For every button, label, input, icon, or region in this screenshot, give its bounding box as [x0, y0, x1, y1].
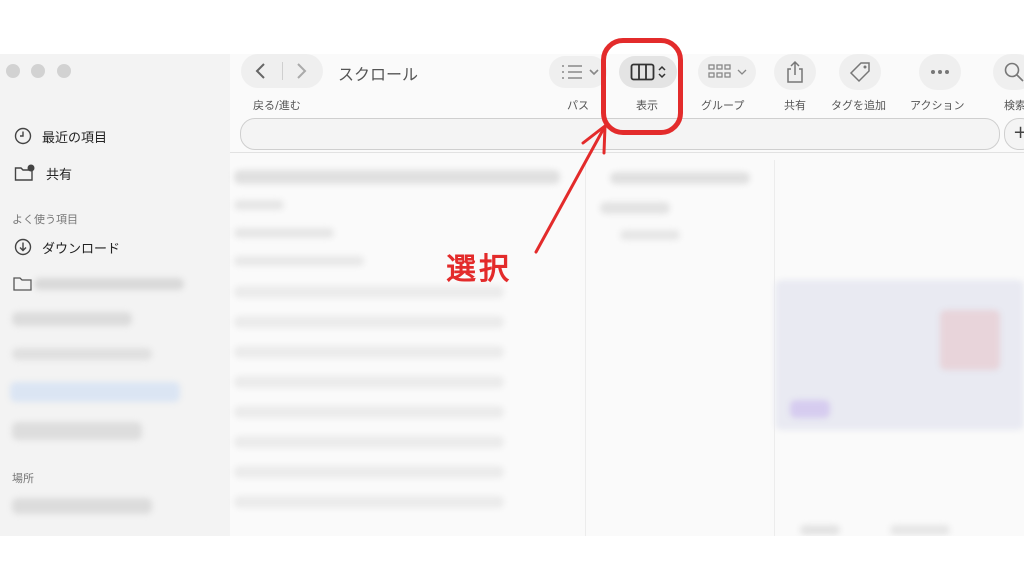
- annotation-select-label: 選択: [446, 252, 512, 287]
- arrow-annotation: [534, 124, 607, 254]
